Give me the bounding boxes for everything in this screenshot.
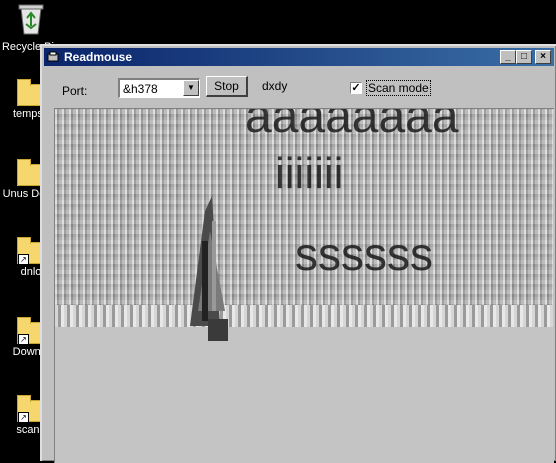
maximize-button[interactable]: □ [516,50,532,64]
chevron-down-icon[interactable]: ▼ [183,80,199,96]
recycle-bin-icon [0,2,66,39]
port-label: Port: [62,84,88,98]
dxdy-readout: dxdy [262,79,288,93]
scan-glyph-row-3: ssssss [295,228,433,280]
readmouse-window: Readmouse _ □ × Port: &h378 ▼ Stop dxdy … [40,44,556,463]
scan-canvas: aaaaaaaa iiiiiii ssssss [54,108,554,463]
title-bar[interactable]: Readmouse _ □ × [44,48,554,66]
scan-artifact [55,305,553,327]
port-combobox[interactable]: &h378 ▼ [118,78,200,98]
scan-glyph-row-1: aaaaaaaa [245,109,459,143]
scan-mode-label[interactable]: Scan mode [366,80,431,96]
app-icon [47,51,59,63]
scan-artifact [208,319,228,341]
stop-button[interactable]: Stop [206,76,248,97]
scan-artifact [180,191,240,327]
close-button[interactable]: × [535,50,551,64]
scanned-image: aaaaaaaa iiiiiii ssssss [55,109,553,327]
scan-glyph-row-2: iiiiiii [275,149,344,198]
window-title: Readmouse [64,50,133,64]
scan-mode-checkbox[interactable]: ✓ [350,82,362,94]
minimize-button[interactable]: _ [500,50,516,64]
port-value: &h378 [123,82,158,96]
